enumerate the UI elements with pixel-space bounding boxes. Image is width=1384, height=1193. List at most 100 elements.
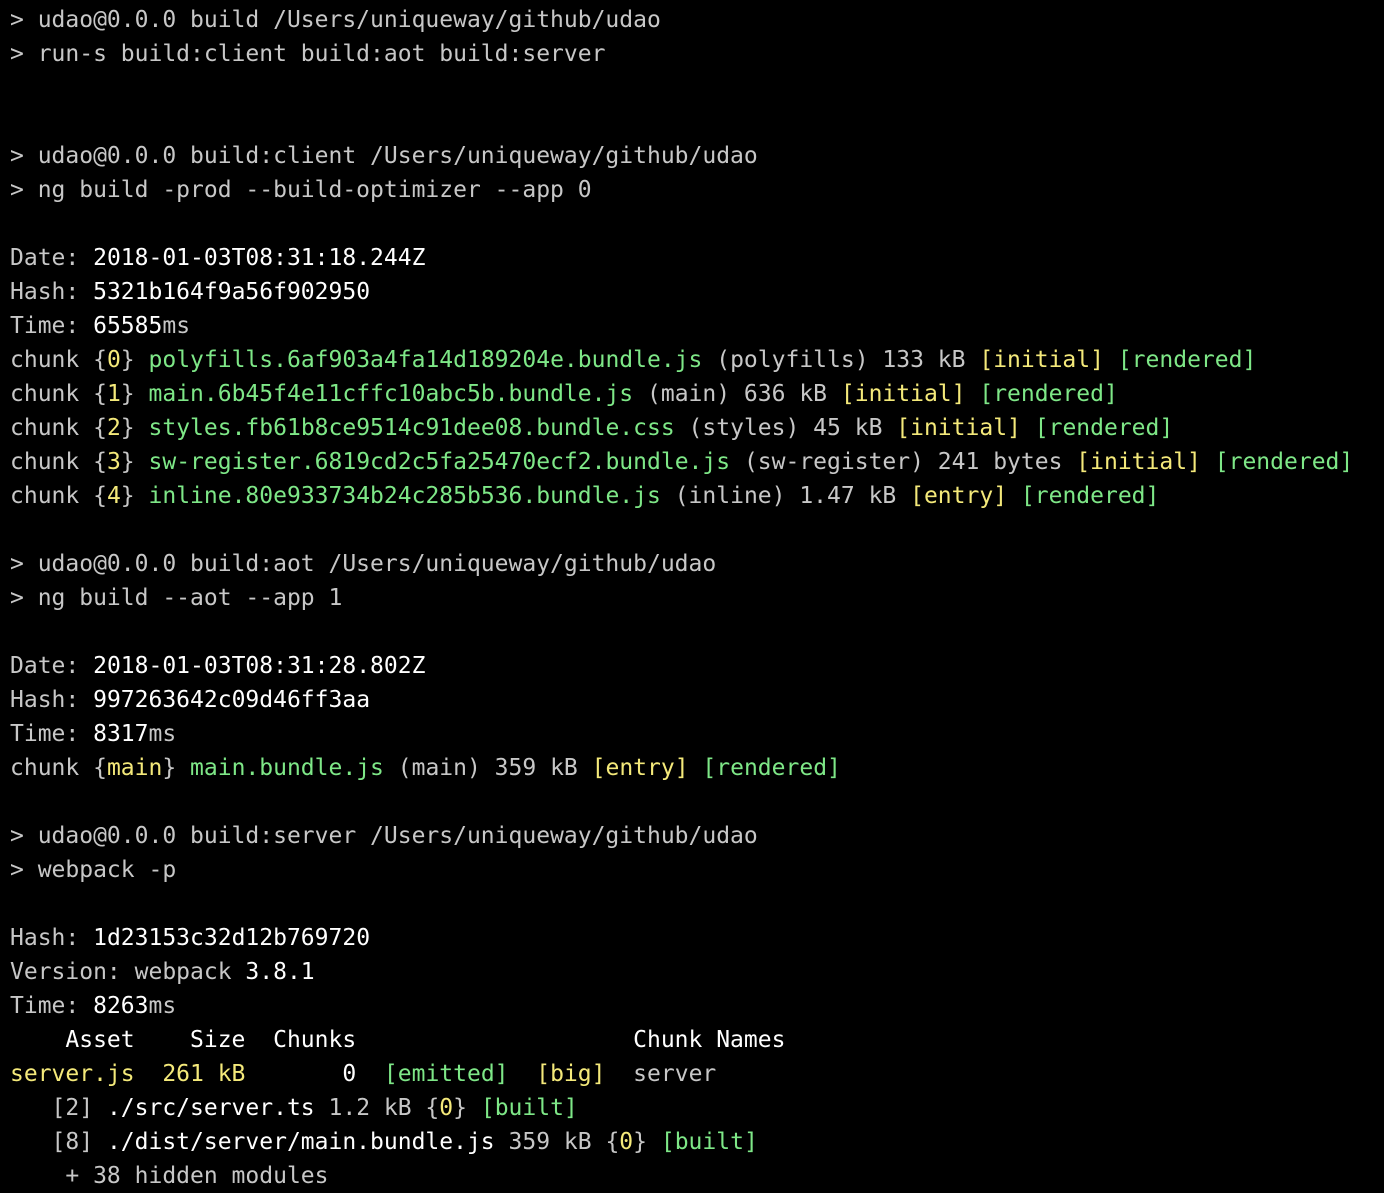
terminal-text-segment: 3 [106,449,121,475]
terminal-text-segment: [big] [536,1061,606,1087]
terminal-text-segment: Hash: [10,925,94,951]
terminal-text-segment: > webpack -p [10,857,177,883]
terminal-line: [2] ./src/server.ts 1.2 kB {0} [built] [10,1091,578,1125]
terminal-line: chunk {2} styles.fb61b8ce9514c91dee08.bu… [10,411,1173,445]
terminal-text-segment: [emitted] [383,1061,509,1087]
terminal-text-segment: chunk { [10,449,107,475]
terminal-text-segment: inline.80e933734b24c285b536.bundle.js [148,483,661,509]
terminal-text-segment: [entry] [910,483,1008,509]
terminal-line: > webpack -p [10,853,176,887]
terminal-text-segment: main [106,755,163,781]
terminal-line: Version: webpack 3.8.1 [10,955,315,989]
terminal-line: > ng build --aot --app 1 [10,581,342,615]
terminal-line: [8] ./dist/server/main.bundle.js 359 kB … [10,1125,758,1159]
terminal-text-segment: ./src/server.ts [106,1095,315,1121]
terminal-text-segment: Asset Size Chunks Chunk Names [10,1027,786,1053]
terminal-text-segment: main.6b45f4e11cffc10abc5b.bundle.js [148,381,634,407]
terminal-line: Date: 2018-01-03T08:31:28.802Z [10,649,425,683]
terminal-text-segment: ./dist/server/main.bundle.js [106,1129,495,1155]
terminal-text-segment: [rendered] [1034,415,1174,441]
terminal-window[interactable]: > udao@0.0.0 build /Users/uniqueway/gith… [0,0,1384,1192]
terminal-text-segment: > udao@0.0.0 build /Users/uniqueway/gith… [10,7,661,33]
terminal-line: chunk {4} inline.80e933734b24c285b536.bu… [10,479,1159,513]
terminal-text-segment: (main) 359 kB [383,755,592,781]
terminal-text-segment: main.bundle.js [190,755,384,781]
terminal-text-segment: Date: [10,245,94,271]
terminal-text-segment: 997263642c09d46ff3aa [93,687,371,713]
terminal-text-segment: } [120,347,149,373]
terminal-text-segment: 1d23153c32d12b769720 [93,925,371,951]
terminal-text-segment: 1 [106,381,121,407]
terminal-text-segment: } [120,483,149,509]
terminal-text-segment: (polyfills) 133 kB [702,347,980,373]
terminal-text-segment: } [633,1129,661,1155]
terminal-text-segment: [entry] [591,755,689,781]
terminal-line: Hash: 1d23153c32d12b769720 [10,921,370,955]
terminal-text-segment: } [120,415,149,441]
terminal-text-segment: + 38 hidden modules [10,1163,329,1189]
terminal-text-segment: Time: [10,313,94,339]
terminal-line: Hash: 997263642c09d46ff3aa [10,683,370,717]
terminal-text-segment: 1.2 kB { [314,1095,440,1121]
terminal-text-segment: } [162,755,191,781]
terminal-text-segment: 0 [106,347,121,373]
terminal-line: > ng build -prod --build-optimizer --app… [10,173,592,207]
terminal-text-segment: [initial] [979,347,1104,373]
terminal-text-segment: chunk { [10,381,107,407]
terminal-line: + 38 hidden modules [10,1159,329,1193]
terminal-text-segment: [rendered] [979,381,1118,407]
terminal-text-segment: Date: [10,653,94,679]
terminal-text-segment: [built] [480,1095,578,1121]
terminal-text-segment: 359 kB { [494,1129,620,1155]
terminal-text-segment: 0 [439,1095,454,1121]
terminal-line: chunk {main} main.bundle.js (main) 359 k… [10,751,841,785]
terminal-text-segment: } [120,381,149,407]
terminal-text-segment: ms [162,313,191,339]
terminal-text-segment: chunk { [10,415,107,441]
terminal-text-segment: chunk { [10,755,107,781]
terminal-text-segment: 4 [106,483,121,509]
terminal-text-segment: [initial] [896,415,1021,441]
terminal-text-segment: server [605,1061,717,1087]
terminal-text-segment: > udao@0.0.0 build:server /Users/uniquew… [10,823,758,849]
terminal-text-segment: [initial] [840,381,966,407]
terminal-line: > udao@0.0.0 build:aot /Users/uniqueway/… [10,547,716,581]
terminal-line: Time: 8317ms [10,717,176,751]
terminal-text-segment: 8317 [93,721,149,747]
terminal-text-segment: 5321b164f9a56f902950 [93,279,371,305]
terminal-text-segment: 2018-01-03T08:31:28.802Z [93,653,426,679]
terminal-text-segment: chunk { [10,483,107,509]
terminal-text-segment: } [453,1095,481,1121]
terminal-text-segment: > udao@0.0.0 build:aot /Users/uniqueway/… [10,551,717,577]
terminal-line: Hash: 5321b164f9a56f902950 [10,275,370,309]
terminal-text-segment: polyfills.6af903a4fa14d189204e.bundle.js [148,347,703,373]
terminal-line: Asset Size Chunks Chunk Names [10,1023,785,1057]
terminal-text-segment: Time: [10,993,94,1019]
terminal-text-segment: [rendered] [1214,449,1354,475]
terminal-text-segment: Time: [10,721,94,747]
terminal-text-segment: ms [148,721,177,747]
terminal-line: > udao@0.0.0 build /Users/uniqueway/gith… [10,3,661,37]
terminal-text-segment: [2] [10,1095,107,1121]
terminal-text-segment: [8] [10,1129,107,1155]
terminal-text-segment: > ng build --aot --app 1 [10,585,343,611]
terminal-text-segment: (styles) 45 kB [674,415,897,441]
terminal-text-segment: Version: webpack [10,959,246,985]
terminal-text-segment: } [120,449,149,475]
terminal-line: chunk {1} main.6b45f4e11cffc10abc5b.bund… [10,377,1118,411]
terminal-line: > udao@0.0.0 build:client /Users/uniquew… [10,139,758,173]
terminal-text-segment: ms [148,993,177,1019]
terminal-line: chunk {0} polyfills.6af903a4fa14d189204e… [10,343,1256,377]
terminal-text-segment: [rendered] [1117,347,1257,373]
terminal-line: chunk {3} sw-register.6819cd2c5fa25470ec… [10,445,1353,479]
terminal-line: > run-s build:client build:aot build:ser… [10,37,605,71]
terminal-line: > udao@0.0.0 build:server /Users/uniquew… [10,819,758,853]
terminal-text-segment: [built] [660,1129,758,1155]
